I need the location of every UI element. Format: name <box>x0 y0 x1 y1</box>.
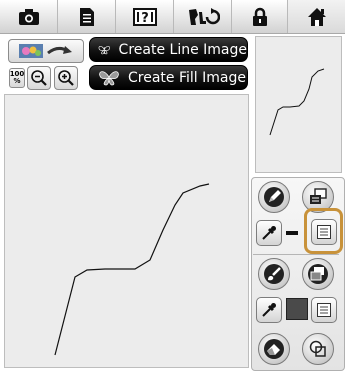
panel-divider <box>253 254 339 255</box>
document-icon <box>79 7 94 26</box>
home-icon <box>307 7 326 26</box>
fill-tool-button[interactable] <box>258 258 290 290</box>
butterfly-outline-icon <box>98 45 110 54</box>
cut-rotate-button[interactable] <box>174 0 232 33</box>
pattern-icon <box>317 225 331 239</box>
create-line-image-button[interactable]: Create Line Image <box>89 37 248 62</box>
thumbnail-drawing <box>269 68 325 136</box>
line-style-dash <box>286 231 298 235</box>
help-image-button[interactable]: ? <box>116 0 174 33</box>
select-image-button[interactable] <box>8 39 84 63</box>
zoom-level-badge: 100 % <box>9 68 25 88</box>
zoom-in-button[interactable] <box>54 66 78 90</box>
shapes-icon <box>309 340 326 357</box>
zoom-badge-unit: % <box>13 77 21 85</box>
paint-brush-icon <box>264 264 284 284</box>
fill-pattern-button[interactable] <box>311 297 337 323</box>
fill-color-swatch[interactable] <box>286 298 308 320</box>
camera-icon <box>18 8 39 25</box>
line-drawing <box>54 183 210 356</box>
line-dropper-button[interactable] <box>256 220 282 246</box>
eraser-icon <box>264 339 284 359</box>
zoom-in-icon <box>58 70 74 86</box>
zoom-out-icon <box>31 70 47 86</box>
svg-text:?: ? <box>141 11 149 26</box>
pen-tool-button[interactable] <box>258 181 290 213</box>
line-pattern-button[interactable] <box>311 219 337 245</box>
butterfly-fill-icon <box>99 70 119 85</box>
camera-button[interactable] <box>0 0 58 33</box>
top-toolbar: ? <box>0 0 345 34</box>
fill-layer-button[interactable] <box>302 258 334 290</box>
lock-button[interactable] <box>232 0 288 33</box>
home-button[interactable] <box>288 0 345 33</box>
drawing-canvas[interactable] <box>4 94 249 368</box>
eraser-button[interactable] <box>258 333 290 365</box>
zoom-out-button[interactable] <box>27 66 51 90</box>
pattern-icon <box>317 303 331 317</box>
lock-icon <box>252 7 267 26</box>
cut-rotate-icon <box>188 7 220 25</box>
image-arrow-icon <box>19 44 72 58</box>
create-line-image-label: Create Line Image <box>118 41 247 58</box>
eyedropper-icon <box>262 226 276 240</box>
fill-dropper-button[interactable] <box>256 297 282 323</box>
help-image-icon: ? <box>132 7 157 26</box>
preview-thumbnail <box>255 36 342 173</box>
layer-swap-icon <box>310 188 327 204</box>
pencil-icon <box>264 187 284 207</box>
fill-layer-icon <box>308 264 328 284</box>
shape-select-button[interactable] <box>302 333 334 365</box>
document-button[interactable] <box>58 0 116 33</box>
eyedropper-icon <box>262 303 276 317</box>
create-fill-image-label: Create Fill Image <box>128 69 246 86</box>
create-fill-image-button[interactable]: Create Fill Image <box>89 65 248 90</box>
